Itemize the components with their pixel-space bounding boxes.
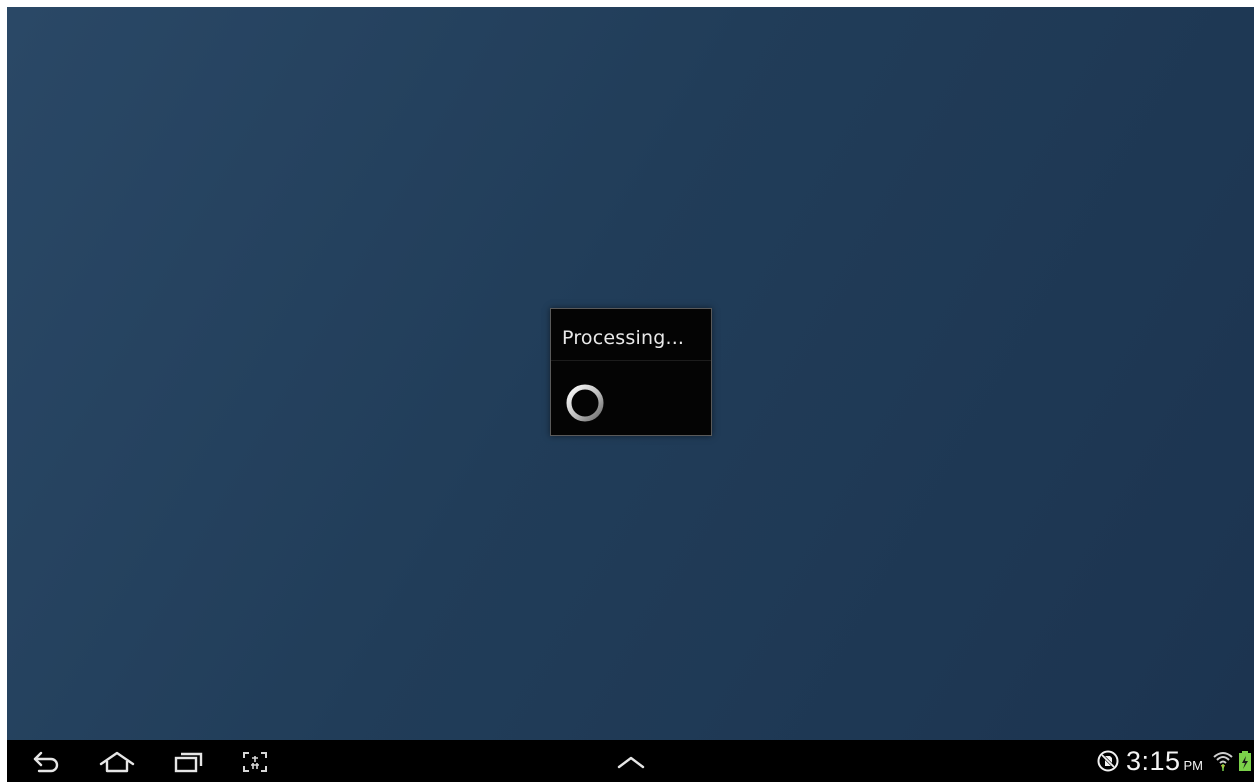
chevron-up-icon	[617, 756, 645, 769]
app-tray-button[interactable]	[610, 748, 652, 776]
progress-spinner-icon	[566, 384, 604, 422]
device-screen: Processing... 3:15 PM	[7, 7, 1254, 782]
no-sim-icon	[1097, 750, 1119, 772]
battery-charging-icon	[1239, 751, 1251, 771]
dialog-title: Processing...	[562, 327, 685, 349]
home-icon	[99, 751, 135, 773]
app-background: Processing...	[7, 7, 1254, 740]
dialog-divider	[551, 360, 711, 361]
back-icon	[33, 751, 59, 773]
clock-ampm: PM	[1183, 758, 1204, 773]
progress-dialog: Processing...	[550, 308, 712, 436]
recent-apps-button[interactable]	[167, 748, 209, 776]
system-bar: 3:15 PM	[7, 740, 1254, 782]
screenshot-button[interactable]	[234, 748, 276, 776]
back-button[interactable]	[25, 748, 67, 776]
home-button[interactable]	[96, 748, 138, 776]
wifi-icon	[1213, 752, 1233, 771]
clock-time: 3:15	[1125, 745, 1181, 776]
recent-apps-icon	[174, 752, 203, 773]
status-area[interactable]: 3:15 PM	[1096, 740, 1252, 782]
screenshot-icon	[243, 752, 267, 772]
